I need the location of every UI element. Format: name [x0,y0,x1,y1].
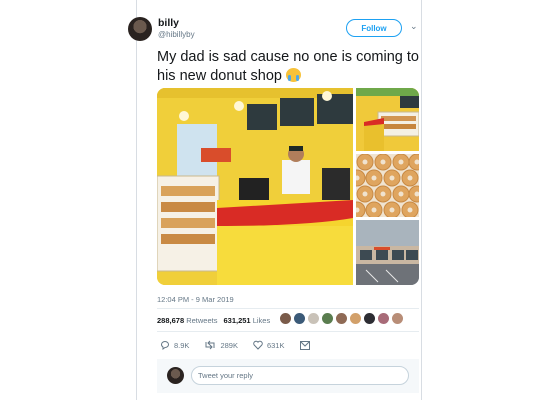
user-handle[interactable]: @hibillyby [158,30,195,39]
chevron-down-icon[interactable]: ⌄ [410,21,418,32]
retweets-count: 288,678 [157,316,185,325]
liker-avatars [280,313,403,324]
display-case-illustration [356,88,419,151]
current-user-avatar [167,367,184,384]
liker-avatar[interactable] [322,313,333,324]
tweet-photo-storefront[interactable] [356,220,419,285]
tweet-photo-display-case[interactable] [356,88,419,151]
liker-avatar[interactable] [336,313,347,324]
message-action[interactable] [299,340,310,350]
tweet-photo-shop-interior[interactable] [157,88,353,285]
divider [157,308,419,309]
liker-avatar[interactable] [378,313,389,324]
envelope-icon [299,340,310,350]
liker-avatar[interactable] [392,313,403,324]
reply-action[interactable]: 8.9K [160,340,189,350]
liker-avatar[interactable] [308,313,319,324]
likes-count: 631,251 [223,316,251,325]
reply-input[interactable]: Tweet your reply [191,366,409,385]
tweet-timestamp[interactable]: 12:04 PM - 9 Mar 2019 [157,295,234,304]
likes-label: Likes [252,316,271,325]
retweet-action[interactable]: 289K [204,340,238,350]
retweets-label: Retweets [186,316,218,325]
donuts-illustration [356,154,419,217]
retweet-icon [205,340,215,350]
tweet-photo-donuts[interactable] [356,154,419,217]
retweets-stat[interactable]: 288,678 Retweets [157,316,217,325]
divider [157,331,419,332]
shop-interior-illustration [157,88,353,285]
liker-avatar[interactable] [294,313,305,324]
like-count: 631K [266,340,285,350]
storefront-illustration [356,220,419,285]
likes-stat[interactable]: 631,251 Likes [223,316,270,325]
user-avatar[interactable] [128,17,152,41]
reply-icon [161,341,169,350]
follow-button[interactable]: Follow [346,19,402,37]
liker-avatar[interactable] [350,313,361,324]
reply-count: 8.9K [174,340,190,350]
tweet-card-border-right [421,0,422,400]
retweet-count: 289K [220,340,238,350]
tweet-card-border-left [136,0,137,400]
liker-avatar[interactable] [364,313,375,324]
crying-face-icon [285,68,301,82]
user-display-name[interactable]: billy [158,17,179,29]
heart-icon [253,340,263,350]
tweet-text: My dad is sad cause no one is coming to … [157,48,419,86]
liker-avatar[interactable] [280,313,291,324]
like-action[interactable]: 631K [253,340,285,350]
engagement-stats: 288,678 Retweets 631,251 Likes [157,316,270,325]
tweet-actions: 8.9K 289K 631K [160,340,325,350]
